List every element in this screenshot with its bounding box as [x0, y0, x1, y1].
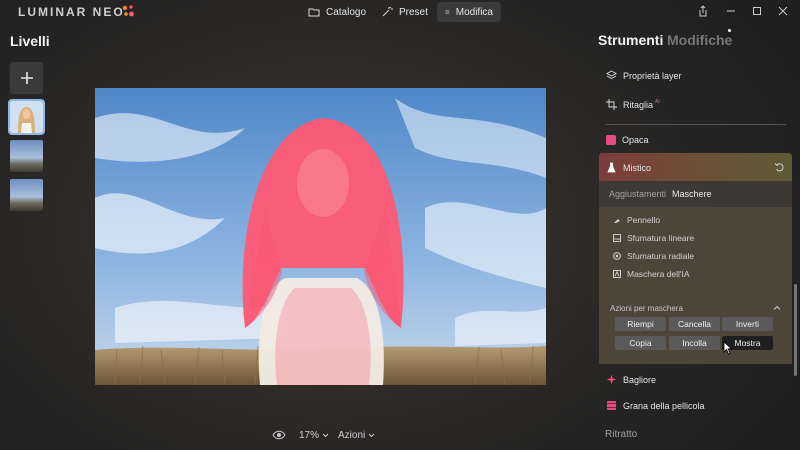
- magic-wand-icon: [382, 6, 393, 17]
- sparkle-icon: [606, 374, 617, 385]
- subtab-adjustments[interactable]: Aggiustamenti: [609, 189, 666, 199]
- mask-copy-button[interactable]: Copia: [615, 336, 666, 350]
- tool-layer-properties[interactable]: Proprietà layer: [606, 70, 682, 81]
- logo-mark-icon: [122, 5, 134, 17]
- zoom-dropdown[interactable]: 17%: [299, 427, 329, 443]
- chevron-down-icon: [368, 433, 375, 438]
- ai-mask-icon: [613, 270, 621, 278]
- mask-linear-gradient[interactable]: Sfumatura lineare: [613, 233, 694, 243]
- mask-linear-gradient-label: Sfumatura lineare: [627, 233, 695, 243]
- tool-opaque[interactable]: Opaca: [606, 135, 649, 145]
- eye-icon[interactable]: [272, 429, 286, 441]
- tool-mystic[interactable]: Mistico: [606, 162, 651, 173]
- panel-tabs: Strumenti Modifiche: [598, 29, 732, 48]
- layer-thumbnail-sky-2[interactable]: [10, 179, 43, 211]
- brush-icon: [614, 219, 620, 223]
- share-icon[interactable]: [696, 4, 710, 18]
- nav-catalog-button[interactable]: Catalogo: [300, 2, 374, 22]
- mask-fill-button[interactable]: Riempi: [615, 317, 666, 331]
- mask-brush[interactable]: Pennello: [613, 215, 660, 225]
- tool-glow-label: Bagliore: [623, 374, 657, 385]
- subtab-masks[interactable]: Maschere: [672, 189, 712, 199]
- nav-catalog-label: Catalogo: [326, 6, 367, 18]
- tool-crop-label: Ritaglia: [623, 99, 654, 110]
- tab-tools[interactable]: Strumenti: [598, 32, 663, 48]
- crop-icon: [606, 99, 617, 110]
- chevron-up-icon[interactable]: [773, 304, 781, 312]
- folder-icon: [308, 8, 320, 17]
- plus-icon: [20, 72, 33, 84]
- nav-edit-button[interactable]: Modifica: [437, 2, 501, 22]
- panel-scrollbar[interactable]: [794, 284, 797, 376]
- tool-layer-properties-label: Proprietà layer: [623, 70, 682, 81]
- linear-gradient-icon: [613, 234, 621, 242]
- reset-icon[interactable]: [774, 162, 785, 173]
- mask-radial-gradient-label: Sfumatura radiale: [627, 251, 695, 261]
- divider: [606, 124, 786, 125]
- chevron-down-icon: [322, 433, 329, 438]
- app-logo: LUMINAR NEO: [18, 5, 125, 19]
- actions-dropdown[interactable]: Azioni: [338, 427, 375, 443]
- nav-edit-label: Modifica: [455, 6, 493, 18]
- mask-ai[interactable]: Maschera dell'IA: [613, 269, 690, 279]
- title-bar: LUMINAR NEO Catalogo Preset Modifica: [0, 0, 800, 24]
- actions-label: Azioni: [338, 429, 366, 441]
- layer-thumbnail-sky-1[interactable]: [10, 140, 43, 172]
- mask-paste-button[interactable]: Incolla: [669, 336, 720, 350]
- layer-thumbnail-portrait[interactable]: [8, 99, 45, 135]
- mask-ai-label: Maschera dell'IA: [627, 269, 690, 279]
- notification-dot: [728, 29, 731, 32]
- mask-clear-button[interactable]: Cancella: [669, 317, 720, 331]
- mask-invert-button[interactable]: Inverti: [722, 317, 773, 331]
- layers-title: Livelli: [10, 33, 50, 49]
- nav-presets-label: Preset: [399, 6, 428, 18]
- mask-actions-title: Azioni per maschera: [610, 304, 683, 313]
- main-photo-canvas[interactable]: [95, 88, 546, 385]
- tab-edits[interactable]: Modifiche: [667, 32, 732, 48]
- radial-gradient-icon: [613, 252, 621, 260]
- minimize-icon[interactable]: [724, 4, 738, 18]
- opaque-swatch-icon: [606, 135, 616, 145]
- tool-film-grain-label: Grana della pellicola: [623, 400, 705, 411]
- tool-film-grain[interactable]: Grana della pellicola: [606, 400, 705, 411]
- add-layer-button[interactable]: [10, 62, 43, 94]
- close-icon[interactable]: [776, 4, 790, 18]
- tool-crop[interactable]: Ritaglia AI: [606, 99, 660, 110]
- maximize-icon[interactable]: [750, 4, 764, 18]
- mask-radial-gradient[interactable]: Sfumatura radiale: [613, 251, 694, 261]
- tool-opaque-label: Opaca: [622, 135, 649, 145]
- flask-icon: [607, 162, 616, 173]
- mystic-subtabs: Aggiustamenti Maschere: [599, 181, 792, 207]
- mouse-cursor-icon: [723, 341, 733, 355]
- sliders-icon: [445, 10, 450, 14]
- tool-mystic-label: Mistico: [623, 162, 652, 173]
- ai-badge: AI: [655, 99, 660, 105]
- layers-icon: [606, 70, 617, 80]
- section-portrait-header[interactable]: Ritratto: [605, 429, 637, 440]
- tool-glow[interactable]: Bagliore: [606, 374, 656, 385]
- zoom-value: 17%: [299, 429, 320, 441]
- mask-brush-label: Pennello: [627, 215, 661, 225]
- nav-presets-button[interactable]: Preset: [373, 2, 436, 22]
- film-icon: [607, 401, 616, 410]
